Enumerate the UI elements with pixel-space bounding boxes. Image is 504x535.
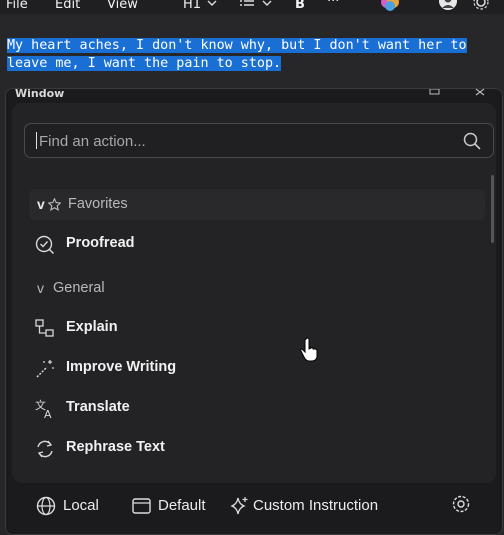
more-options-icon[interactable]: ··· [327, 0, 339, 9]
globe-icon [36, 496, 56, 516]
action-window: Window v Favorites Proofread v General E [5, 88, 503, 535]
close-icon[interactable] [475, 89, 487, 97]
rephrase-icon [37, 440, 53, 458]
sparkle-icon [230, 497, 248, 515]
text-line-1: My heart aches, I don't know why, but I … [7, 38, 467, 53]
general-section-header[interactable]: v General [29, 273, 485, 304]
search-icon[interactable] [463, 132, 481, 150]
editor-menubar: File Edit View H1 B ··· [0, 0, 504, 14]
search-input[interactable] [37, 124, 451, 159]
menu-view[interactable]: View [107, 0, 138, 12]
action-label: Rephrase Text [66, 439, 165, 455]
settings-gear-icon[interactable] [451, 494, 471, 514]
text-caret [36, 132, 37, 149]
app-logo-icon[interactable] [381, 0, 399, 12]
text-line-2: leave me, I want the pain to stop. [7, 56, 282, 71]
star-icon [48, 198, 61, 211]
action-explain[interactable]: Explain [29, 310, 485, 346]
svg-text:A: A [44, 408, 52, 419]
window-icon [132, 498, 151, 514]
chevron-down-icon [207, 0, 217, 6]
list-icon[interactable] [239, 0, 255, 8]
action-improve-writing[interactable]: Improve Writing [29, 350, 485, 386]
heading-dropdown[interactable]: H1 [183, 0, 201, 12]
settings-gear-icon[interactable] [473, 0, 489, 12]
action-proofread[interactable]: Proofread [29, 226, 485, 262]
custom-instruction-label: Custom Instruction [253, 497, 379, 514]
editor-selected-text[interactable]: My heart aches, I don't know why, but I … [7, 37, 487, 73]
action-translate[interactable]: 文A Translate [29, 390, 485, 426]
local-model-button[interactable]: Local [36, 494, 106, 520]
search-box[interactable] [24, 123, 494, 159]
menu-edit[interactable]: Edit [55, 0, 80, 12]
translate-icon: 文A [35, 399, 52, 419]
bold-button[interactable]: B [295, 0, 305, 12]
magic-wand-icon [36, 360, 54, 378]
actions-panel: v Favorites Proofread v General Explain … [12, 103, 496, 483]
hand-pointer-cursor [300, 337, 318, 362]
maximize-icon[interactable] [429, 89, 441, 97]
default-mode-button[interactable]: Default [132, 494, 212, 520]
action-label: Proofread [66, 235, 135, 251]
default-label: Default [158, 497, 206, 514]
window-title: Window [15, 88, 65, 100]
favorites-label: Favorites [68, 196, 128, 212]
menu-file[interactable]: File [6, 0, 28, 12]
scrollbar-thumb[interactable] [491, 175, 494, 243]
general-label: General [53, 280, 105, 296]
chevron-down-icon [262, 0, 272, 6]
window-footer: Local Default Custom Instruction [6, 483, 502, 534]
favorites-section-header[interactable]: v Favorites [29, 189, 485, 220]
proofread-icon [35, 235, 55, 255]
explain-icon [35, 319, 54, 337]
window-titlebar[interactable]: Window [6, 89, 502, 101]
local-label: Local [63, 497, 99, 514]
chevron-down-icon: v [37, 196, 45, 212]
action-label: Explain [66, 319, 118, 335]
action-rephrase-text[interactable]: Rephrase Text [29, 430, 485, 466]
custom-instruction-button[interactable]: Custom Instruction [230, 494, 390, 520]
chevron-down-icon: v [37, 280, 44, 296]
action-label: Translate [66, 399, 130, 415]
avatar[interactable] [438, 0, 458, 12]
action-label: Improve Writing [66, 359, 177, 375]
